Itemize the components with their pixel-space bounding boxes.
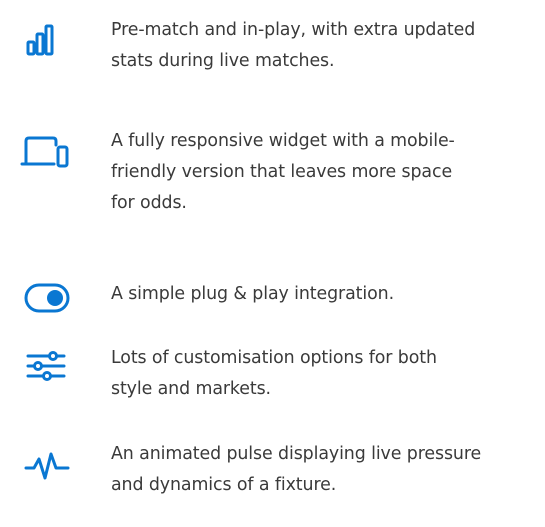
- feature-text-customisation: Lots of customisation options for both s…: [111, 343, 545, 405]
- feature-text-line: for odds.: [111, 193, 187, 213]
- feature-text-line: style and markets.: [111, 379, 271, 399]
- feature-text-line: A fully responsive widget with a mobile-: [111, 131, 455, 151]
- feature-text-stats: Pre-match and in-play, with extra update…: [111, 15, 545, 77]
- toggle-switch-icon: [20, 280, 76, 320]
- feature-text-line: Pre-match and in-play, with extra update…: [111, 20, 476, 40]
- responsive-devices-icon: [20, 133, 76, 173]
- feature-text-line: An animated pulse displaying live pressu…: [111, 444, 482, 464]
- pulse-icon: [20, 446, 76, 486]
- feature-text-pulse: An animated pulse displaying live pressu…: [111, 439, 545, 501]
- bar-chart-icon: [20, 22, 76, 62]
- feature-text-line: stats during live matches.: [111, 51, 335, 71]
- feature-text-line: Lots of customisation options for both: [111, 348, 437, 368]
- feature-text-line: and dynamics of a fixture.: [111, 475, 337, 495]
- feature-text-line: A simple plug & play integration.: [111, 284, 395, 304]
- sliders-icon: [20, 348, 76, 388]
- feature-text-responsive: A fully responsive widget with a mobile-…: [111, 126, 545, 219]
- feature-text-line: friendly version that leaves more space: [111, 162, 453, 182]
- feature-text-integration: A simple plug & play integration.: [111, 279, 545, 310]
